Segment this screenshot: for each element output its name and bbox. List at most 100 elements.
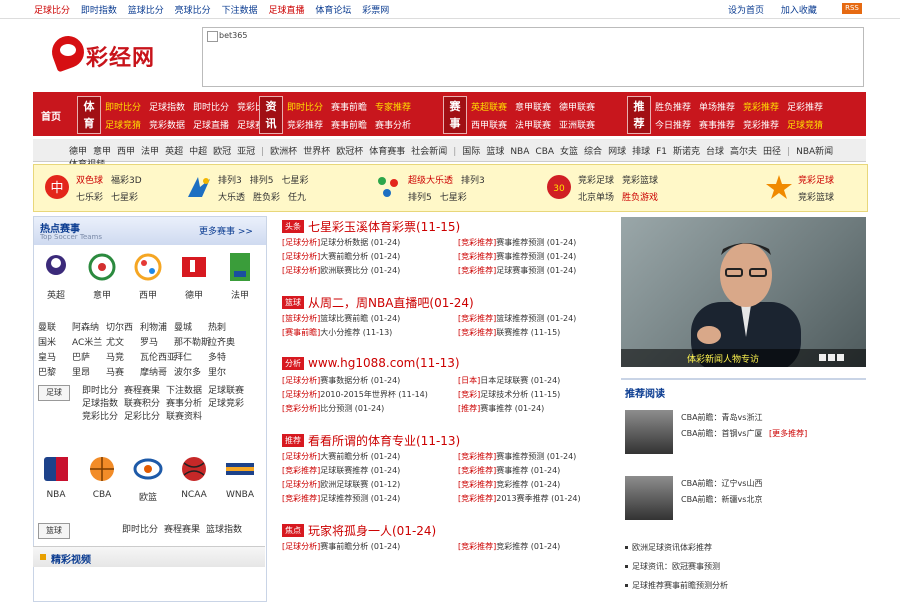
news-tag[interactable]: [足球分析] — [282, 266, 320, 275]
team-link[interactable]: 巴萨 — [72, 351, 106, 366]
nav-link[interactable]: 竞彩数据 — [149, 118, 185, 131]
news-tag[interactable]: [竞彩推荐] — [458, 328, 496, 337]
league-nba[interactable]: NBA — [36, 453, 76, 500]
slide-dot[interactable] — [828, 354, 835, 361]
lottery-link[interactable]: 任九 — [288, 193, 306, 203]
nav-link[interactable]: 竞彩推荐 — [287, 118, 323, 131]
top-link[interactable]: 篮球比分 — [128, 6, 164, 16]
sub-nav-link[interactable]: 欧洲杯 — [270, 147, 297, 157]
sub-nav-link[interactable]: 西甲 — [117, 147, 135, 157]
sub-nav-link[interactable]: 篮球 — [486, 147, 504, 157]
nav-link[interactable]: 法甲联赛 — [515, 118, 551, 131]
football-link[interactable]: 足球指数 — [82, 399, 118, 409]
football-link[interactable]: 足球竞彩 — [208, 399, 244, 409]
team-link[interactable]: 波尔多 — [174, 366, 208, 381]
sub-nav-link[interactable]: 英超 — [165, 147, 183, 157]
news-link[interactable]: 篮球比赛前瞻 (01-24) — [320, 314, 400, 323]
team-link[interactable]: 里昂 — [72, 366, 106, 381]
team-link[interactable]: 尤文 — [106, 336, 140, 351]
sub-nav-link[interactable]: 世界杯 — [303, 147, 330, 157]
sub-nav-link[interactable]: 德甲 — [69, 147, 87, 157]
nav-home[interactable]: 首页 — [41, 108, 61, 123]
team-link[interactable]: 里尔 — [208, 366, 242, 381]
nav-link[interactable]: 意甲联赛 — [515, 100, 551, 113]
lottery-link[interactable]: 排列3 — [218, 176, 242, 186]
top-link[interactable]: 足球比分 — [34, 6, 70, 16]
lottery-link[interactable]: 竞彩篮球 — [798, 193, 834, 203]
news-tag[interactable]: [竞彩推荐] — [458, 452, 496, 461]
sub-nav-link[interactable]: 女篮 — [560, 147, 578, 157]
news-tag[interactable]: [足球分析] — [282, 480, 320, 489]
news-tag[interactable]: [足球分析] — [282, 390, 320, 399]
news-tag[interactable]: [竞彩推荐] — [458, 238, 496, 247]
basketball-tab[interactable]: 篮球 — [38, 523, 70, 539]
site-logo[interactable]: 彩经网 — [40, 26, 190, 82]
add-favorite-link[interactable]: 加入收藏 — [781, 6, 817, 16]
football-link[interactable]: 赛事分析 — [166, 399, 202, 409]
sub-nav-link[interactable]: 社会新闻 — [411, 147, 447, 157]
news-tag[interactable]: [足球分析] — [282, 376, 320, 385]
news-category-badge[interactable]: 焦点 — [282, 524, 304, 537]
sub-nav-link[interactable]: NBA新闻 — [796, 147, 833, 157]
nav-link[interactable]: 足球竞猜 — [105, 118, 141, 131]
sub-nav-link[interactable]: 亚冠 — [237, 147, 255, 157]
news-category-badge[interactable]: 头条 — [282, 220, 304, 233]
basketball-link[interactable]: 赛程赛果 — [164, 525, 200, 535]
nav-link[interactable]: 专家推荐 — [375, 100, 411, 113]
lottery-link[interactable]: 七乐彩 — [76, 193, 103, 203]
news-link[interactable]: 2010-2015年世界杯 (11-14) — [320, 390, 428, 399]
news-headline[interactable]: 从周二，周NBA直播吧(01-24) — [308, 296, 474, 310]
news-tag[interactable]: [竞彩推荐] — [458, 494, 496, 503]
team-link[interactable]: 摩纳哥 — [140, 366, 174, 381]
league-epl[interactable]: 英超 — [36, 251, 76, 301]
team-link[interactable]: 罗马 — [140, 336, 174, 351]
banner-ad[interactable]: bet365 — [202, 27, 864, 87]
news-headline[interactable]: 玩家将孤身一人(01-24) — [308, 524, 436, 538]
news-link[interactable]: 赛事推荐预测 (01-24) — [496, 452, 576, 461]
list-link[interactable]: 足球推荐赛事前瞻预测分析 — [632, 581, 728, 590]
team-link[interactable]: 拜仁 — [174, 351, 208, 366]
more-recommended-link[interactable]: [更多推荐] — [769, 429, 807, 438]
nav-link[interactable]: 英超联赛 — [471, 100, 507, 113]
news-headline[interactable]: 七星彩玉溪体育彩票(11-15) — [308, 220, 460, 234]
slide-dot[interactable] — [837, 354, 844, 361]
news-link[interactable]: 联赛推荐 (11-15) — [496, 328, 560, 337]
lottery-link[interactable]: 排列5 — [408, 193, 432, 203]
nav-link[interactable]: 即时比分 — [105, 100, 141, 113]
nav-link[interactable]: 赛事分析 — [375, 118, 411, 131]
lottery-link[interactable]: 排列3 — [461, 176, 485, 186]
lottery-link[interactable]: 福彩3D — [111, 176, 142, 186]
nav-link[interactable]: 即时比分 — [193, 100, 229, 113]
league-laliga[interactable]: 西甲 — [128, 251, 168, 301]
top-link[interactable]: 即时指数 — [81, 6, 117, 16]
thumbnail-image[interactable] — [625, 410, 673, 454]
league-wnba[interactable]: WNBA — [220, 453, 260, 500]
league-ligue1[interactable]: 法甲 — [220, 251, 260, 301]
sub-nav-link[interactable]: F1 — [656, 147, 667, 157]
sub-nav-link[interactable]: 欧冠杯 — [336, 147, 363, 157]
lottery-link[interactable]: 双色球 — [76, 176, 103, 186]
top-link[interactable]: 下注数据 — [222, 6, 258, 16]
news-tag[interactable]: [竞彩推荐] — [282, 494, 320, 503]
news-tag[interactable]: [竞彩推荐] — [458, 314, 496, 323]
league-bundesliga[interactable]: 德甲 — [174, 251, 214, 301]
nav-link[interactable]: 竞彩推荐 — [743, 100, 779, 113]
news-link[interactable]: 欧洲足球联赛 (01-12) — [320, 480, 400, 489]
nav-link[interactable]: 足彩推荐 — [787, 100, 823, 113]
list-link[interactable]: 足球资讯：欧冠赛事预测 — [632, 562, 720, 571]
news-tag[interactable]: [赛事前瞻] — [282, 328, 320, 337]
team-link[interactable]: 阿森纳 — [72, 321, 106, 336]
news-category-badge[interactable]: 推荐 — [282, 434, 304, 447]
news-link[interactable]: 赛事前瞻分析 (01-24) — [320, 542, 400, 551]
news-tag[interactable]: [日本] — [458, 376, 480, 385]
news-link[interactable]: 足球技术分析 (11-15) — [480, 390, 560, 399]
news-link[interactable]: 足球分析数据 (01-24) — [320, 238, 400, 247]
news-link[interactable]: 足球赛事预测 (01-24) — [496, 266, 576, 275]
team-link[interactable]: 多特 — [208, 351, 242, 366]
nav-link[interactable]: 赛事前瞻 — [331, 100, 367, 113]
lottery-link[interactable]: 胜负游戏 — [622, 193, 658, 203]
nav-link[interactable]: 即时比分 — [287, 100, 323, 113]
team-link[interactable]: 拉齐奥 — [208, 336, 242, 351]
featured-photo[interactable]: 体彩新闻人物专访 — [621, 217, 866, 367]
sub-nav-link[interactable]: 综合 — [584, 147, 602, 157]
